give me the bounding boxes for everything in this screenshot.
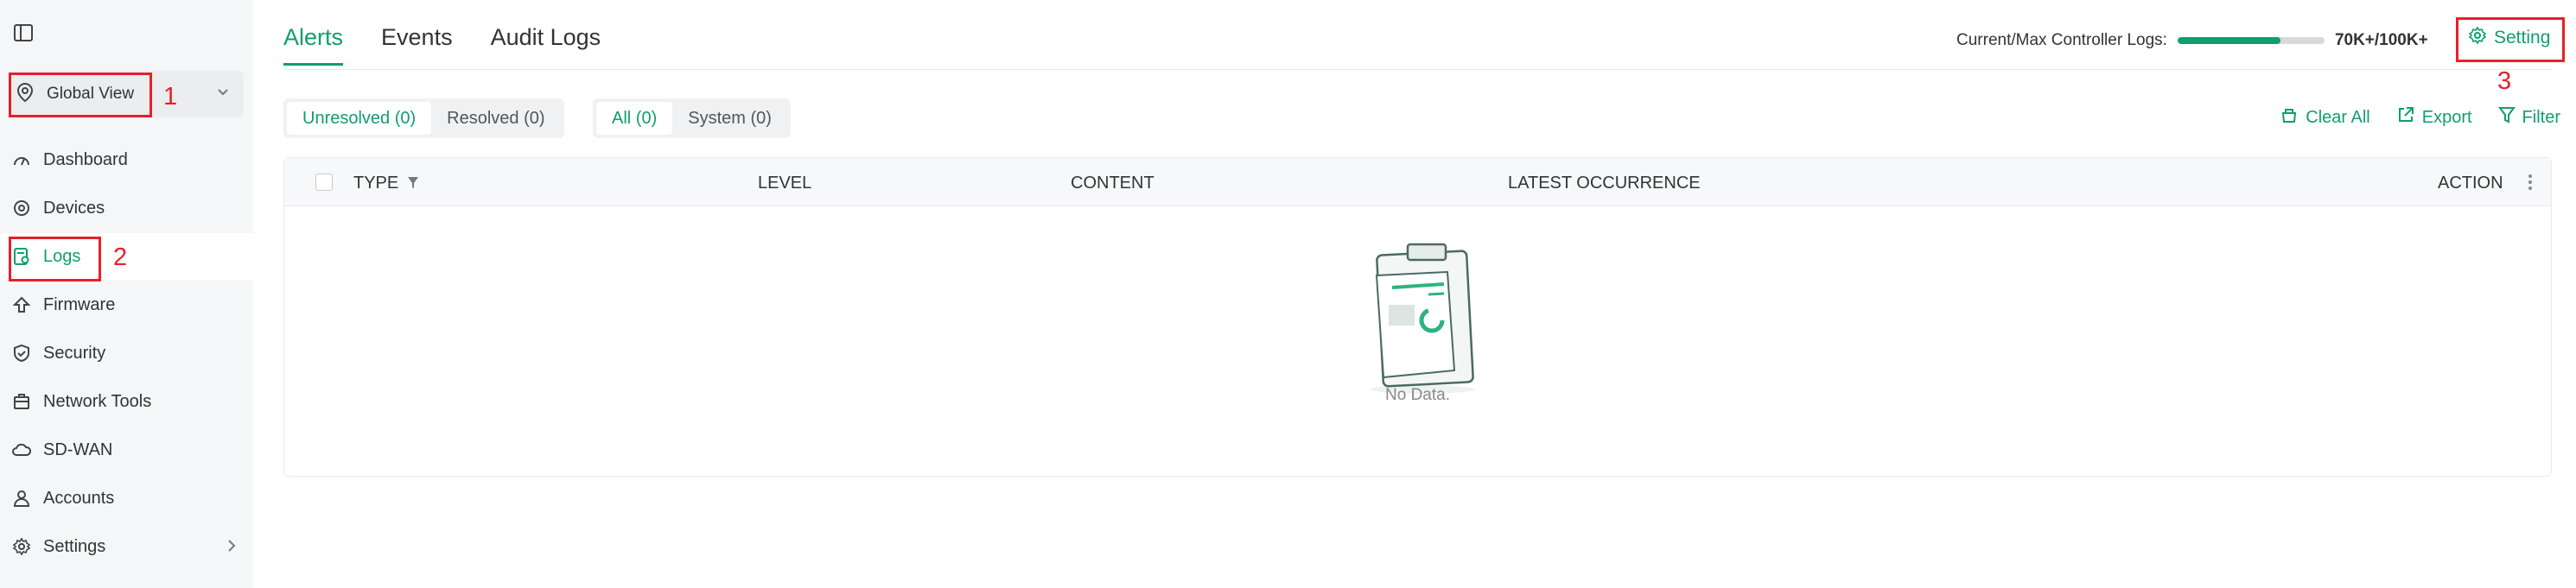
status-filter: Unresolved (0) Resolved (0)	[283, 98, 564, 138]
gear-icon	[2468, 26, 2487, 50]
export-icon	[2396, 105, 2415, 130]
sidebar-item-accounts[interactable]: Accounts	[0, 475, 253, 522]
clear-icon	[2280, 105, 2299, 130]
select-all-checkbox[interactable]	[315, 174, 333, 191]
log-usage-value: 70K+/100K+	[2334, 31, 2428, 49]
sidebar-item-security[interactable]: Security	[0, 330, 253, 376]
setting-button[interactable]: Setting	[2468, 26, 2550, 50]
log-usage-label: Current/Max Controller Logs:	[1956, 31, 2167, 49]
sidebar-item-dashboard[interactable]: Dashboard	[0, 136, 253, 183]
sidebar-item-label: Devices	[43, 198, 105, 218]
sidebar-item-settings[interactable]: Settings	[0, 523, 253, 570]
tabs-divider	[283, 69, 2552, 70]
export-label: Export	[2421, 107, 2472, 127]
sidebar-item-firmware[interactable]: Firmware	[0, 281, 253, 328]
toolbox-icon	[10, 390, 33, 413]
filter-resolved[interactable]: Resolved (0)	[431, 102, 560, 135]
sidebar-item-label: Firmware	[43, 294, 116, 314]
firmware-icon	[10, 294, 33, 316]
empty-state: No Data.	[284, 206, 2551, 476]
column-content: CONTENT	[1071, 174, 1154, 193]
dashboard-icon	[10, 149, 33, 171]
annotation-box-2	[9, 237, 101, 281]
column-action: ACTION	[2438, 174, 2503, 193]
column-filter-icon[interactable]	[407, 175, 419, 195]
table-toolbar: Clear All Export Filter	[2280, 105, 2560, 130]
tab-events[interactable]: Events	[381, 24, 453, 66]
sidebar-item-sd-wan[interactable]: SD-WAN	[0, 427, 253, 473]
cloud-icon	[10, 439, 33, 461]
annotation-number-2: 2	[113, 243, 128, 271]
clear-all-button[interactable]: Clear All	[2280, 105, 2370, 130]
sidebar-toggle-icon[interactable]	[12, 22, 35, 43]
user-icon	[10, 487, 33, 509]
chevron-down-icon	[216, 85, 230, 103]
empty-clipboard-icon	[1358, 241, 1487, 401]
empty-state-text: No Data.	[1385, 386, 1450, 404]
sidebar-item-devices[interactable]: Devices	[0, 185, 253, 231]
devices-icon	[10, 197, 33, 219]
log-usage-bar-fill	[2177, 37, 2280, 44]
shield-icon	[10, 342, 33, 364]
log-usage-bar	[2177, 37, 2325, 44]
annotation-box-1	[9, 73, 152, 117]
sidebar-item-label: Accounts	[43, 488, 115, 508]
column-type: TYPE	[353, 174, 399, 193]
filter-unresolved[interactable]: Unresolved (0)	[287, 102, 432, 135]
annotation-number-1: 1	[163, 83, 178, 111]
filter-all[interactable]: All (0)	[596, 102, 673, 135]
filter-label: Filter	[2522, 107, 2560, 127]
column-level: LEVEL	[758, 174, 812, 193]
gear-icon	[10, 535, 33, 558]
category-filter: All (0) System (0)	[593, 98, 791, 138]
filter-icon	[2497, 105, 2516, 130]
clear-all-label: Clear All	[2306, 107, 2370, 127]
column-latest-occurrence: LATEST OCCURRENCE	[1508, 174, 1701, 193]
setting-button-label: Setting	[2494, 28, 2551, 47]
table-header: TYPE LEVEL CONTENT LATEST OCCURRENCE ACT…	[284, 158, 2551, 206]
alerts-table: TYPE LEVEL CONTENT LATEST OCCURRENCE ACT…	[283, 157, 2552, 477]
chevron-right-icon	[226, 538, 238, 559]
log-usage: Current/Max Controller Logs: 70K+/100K+	[1956, 31, 2428, 50]
sidebar-item-label: Security	[43, 343, 106, 363]
more-options-icon[interactable]	[2528, 174, 2533, 196]
tab-audit-logs[interactable]: Audit Logs	[491, 24, 601, 66]
sidebar-item-label: Settings	[43, 536, 106, 556]
export-button[interactable]: Export	[2396, 105, 2472, 130]
annotation-number-3: 3	[2497, 67, 2512, 95]
sidebar-item-label: SD-WAN	[43, 439, 113, 459]
log-tabs: Alerts Events Audit Logs	[283, 24, 601, 66]
filter-system[interactable]: System (0)	[672, 102, 787, 135]
sidebar-item-label: Dashboard	[43, 149, 128, 169]
tab-alerts[interactable]: Alerts	[283, 24, 344, 66]
sidebar-item-network-tools[interactable]: Network Tools	[0, 378, 253, 425]
sidebar-item-label: Network Tools	[43, 391, 152, 411]
filter-button[interactable]: Filter	[2497, 105, 2560, 130]
